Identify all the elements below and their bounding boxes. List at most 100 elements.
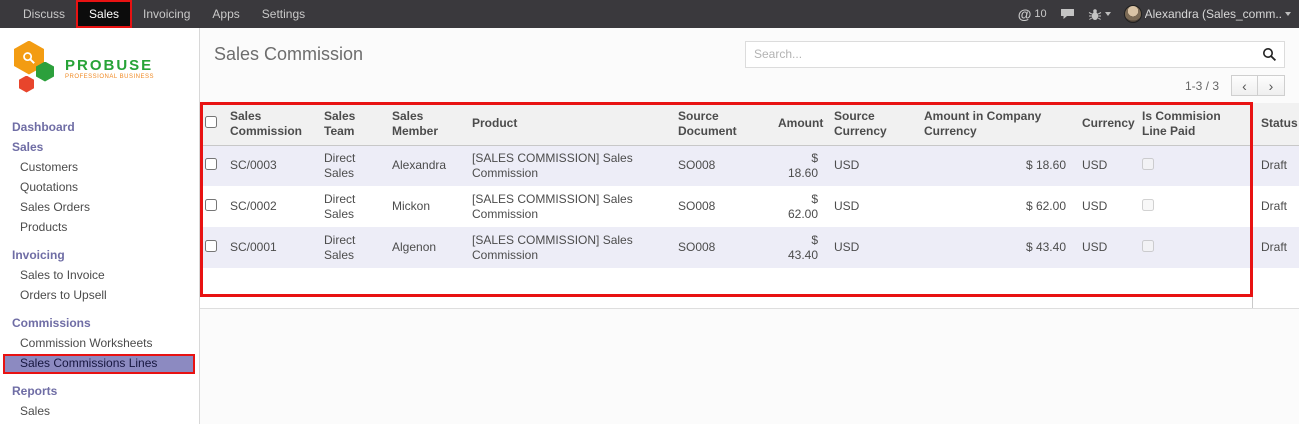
cell-amount: $ 43.40	[770, 227, 826, 268]
topbar: Discuss Sales Invoicing Apps Settings @ …	[0, 0, 1299, 28]
cell-amount-company-currency: $ 62.00	[916, 186, 1074, 227]
sidebar-entry[interactable]: Reports	[0, 382, 199, 402]
cell-is-commission-line-paid	[1134, 227, 1253, 268]
column-header-sales-commission[interactable]: Sales Commission	[222, 103, 316, 145]
cell-status: Draft	[1253, 145, 1299, 186]
column-header-product[interactable]: Product	[464, 103, 670, 145]
column-header-sales-member[interactable]: Sales Member	[384, 103, 464, 145]
caret-down-icon	[1285, 12, 1291, 16]
cell-source-document: SO008	[670, 145, 770, 186]
topbar-right: @ 10 Alexandra (Sales_comm.	[1018, 0, 1299, 28]
cell-amount-company-currency: $ 43.40	[916, 227, 1074, 268]
column-header-currency[interactable]: Currency	[1074, 103, 1134, 145]
pager-next-button[interactable]: ›	[1258, 75, 1285, 96]
chat-bubble-icon	[1060, 8, 1075, 21]
sidebar-entry[interactable]: Quotations	[0, 178, 199, 198]
cell-source-currency: USD	[826, 145, 916, 186]
sidebar-entry[interactable]: Orders to Upsell	[0, 286, 199, 306]
row-select-checkbox[interactable]	[205, 158, 217, 170]
table-row[interactable]: SC/0002 Direct Sales Mickon [SALES COMMI…	[200, 186, 1299, 227]
list-view: Sales Commission Sales Team Sales Member…	[200, 103, 1299, 309]
app-menu-bar: Discuss Sales Invoicing Apps Settings	[0, 0, 316, 28]
page-title: Sales Commission	[214, 44, 363, 65]
cell-sales-team: Direct Sales	[316, 227, 384, 268]
row-select-checkbox[interactable]	[205, 240, 217, 252]
cell-is-commission-line-paid	[1134, 186, 1253, 227]
company-logo: PROBUSE PROFESSIONAL BUSINESS	[0, 28, 199, 100]
column-header-status[interactable]: Status	[1253, 103, 1299, 145]
topbar-menu-item[interactable]: Invoicing	[132, 0, 201, 28]
table-row[interactable]: SC/0001 Direct Sales Algenon [SALES COMM…	[200, 227, 1299, 268]
sidebar-entry[interactable]: Sales	[0, 138, 199, 158]
logo-hexagons-icon	[12, 40, 58, 98]
topbar-menu-item[interactable]: Apps	[201, 0, 250, 28]
sidebar-entry[interactable]: Sales to Invoice	[0, 266, 199, 286]
sidebar-entry[interactable]: Invoicing	[0, 246, 199, 266]
cell-sales-team: Direct Sales	[316, 186, 384, 227]
sidebar-entry[interactable]: Sales Orders	[0, 198, 199, 218]
search-input[interactable]	[746, 42, 1284, 67]
table-row[interactable]: SC/0003 Direct Sales Alexandra [SALES CO…	[200, 145, 1299, 186]
main-content: Sales Commission 1-3 / 3 ‹ ›	[200, 28, 1299, 424]
status-column-divider	[1252, 103, 1253, 308]
select-all-checkbox[interactable]	[205, 116, 217, 128]
debug-menu-button[interactable]	[1088, 8, 1111, 21]
paid-checkbox	[1142, 199, 1154, 211]
logo-hexagon-red	[19, 76, 34, 93]
cell-source-document: SO008	[670, 186, 770, 227]
topbar-menu-item[interactable]: Sales	[76, 0, 132, 28]
cell-currency: USD	[1074, 186, 1134, 227]
sidebar-entry[interactable]: Commission Worksheets	[0, 334, 199, 354]
pager-buttons: ‹ ›	[1231, 75, 1285, 96]
column-header-source-currency[interactable]: Source Currency	[826, 103, 916, 145]
cell-currency: USD	[1074, 227, 1134, 268]
column-header-amount-company-currency[interactable]: Amount in Company Currency	[916, 103, 1074, 145]
cell-sales-commission: SC/0002	[222, 186, 316, 227]
search-box	[745, 41, 1285, 68]
cell-source-currency: USD	[826, 227, 916, 268]
topbar-menu-item[interactable]: Settings	[251, 0, 316, 28]
sidebar-entry[interactable]: Commissions	[0, 314, 199, 334]
user-menu[interactable]: Alexandra (Sales_comm..	[1124, 5, 1291, 23]
pager: 1-3 / 3 ‹ ›	[200, 74, 1299, 103]
sidebar-entry[interactable]: Sales	[0, 402, 199, 422]
caret-down-icon	[1105, 12, 1111, 16]
sidebar-entry[interactable]: Sales Commissions Lines	[3, 354, 195, 374]
column-header-source-document[interactable]: Source Document	[670, 103, 770, 145]
column-header-amount[interactable]: Amount	[770, 103, 826, 145]
table-header: Sales Commission Sales Team Sales Member…	[200, 103, 1299, 145]
cell-product: [SALES COMMISSION] Sales Commission	[464, 145, 670, 186]
bug-icon	[1088, 8, 1102, 21]
messages-button[interactable]	[1060, 8, 1075, 21]
cell-sales-member: Mickon	[384, 186, 464, 227]
sidebar-nav: Dashboard Sales Customers Quotations Sal…	[0, 100, 199, 422]
cell-amount: $ 18.60	[770, 145, 826, 186]
row-select-checkbox[interactable]	[205, 199, 217, 211]
mentions-button[interactable]: @ 10	[1018, 7, 1047, 21]
cell-amount-company-currency: $ 18.60	[916, 145, 1074, 186]
column-header-sales-team[interactable]: Sales Team	[316, 103, 384, 145]
column-header-is-commission-line-paid[interactable]: Is Commision Line Paid	[1134, 103, 1253, 145]
cell-source-document: SO008	[670, 227, 770, 268]
paid-checkbox	[1142, 158, 1154, 170]
cell-source-currency: USD	[826, 186, 916, 227]
sidebar-entry[interactable]: Customers	[0, 158, 199, 178]
commission-lines-table: Sales Commission Sales Team Sales Member…	[200, 103, 1299, 268]
cell-amount: $ 62.00	[770, 186, 826, 227]
cell-product: [SALES COMMISSION] Sales Commission	[464, 186, 670, 227]
cell-sales-commission: SC/0001	[222, 227, 316, 268]
sidebar-entry[interactable]: Dashboard	[0, 118, 199, 138]
sidebar: PROBUSE PROFESSIONAL BUSINESS Dashboard …	[0, 28, 200, 424]
magnifier-icon	[21, 50, 37, 66]
pager-previous-button[interactable]: ‹	[1231, 75, 1258, 96]
topbar-menu-item[interactable]: Discuss	[12, 0, 76, 28]
table-body: SC/0003 Direct Sales Alexandra [SALES CO…	[200, 145, 1299, 268]
logo-text: PROBUSE PROFESSIONAL BUSINESS	[65, 58, 154, 80]
search-icon[interactable]	[1262, 47, 1277, 62]
pager-range-label: 1-3 / 3	[1185, 79, 1219, 93]
row-select-cell	[200, 145, 222, 186]
app-window: Discuss Sales Invoicing Apps Settings @ …	[0, 0, 1299, 424]
row-select-cell	[200, 227, 222, 268]
cell-status: Draft	[1253, 186, 1299, 227]
sidebar-entry[interactable]: Products	[0, 218, 199, 238]
